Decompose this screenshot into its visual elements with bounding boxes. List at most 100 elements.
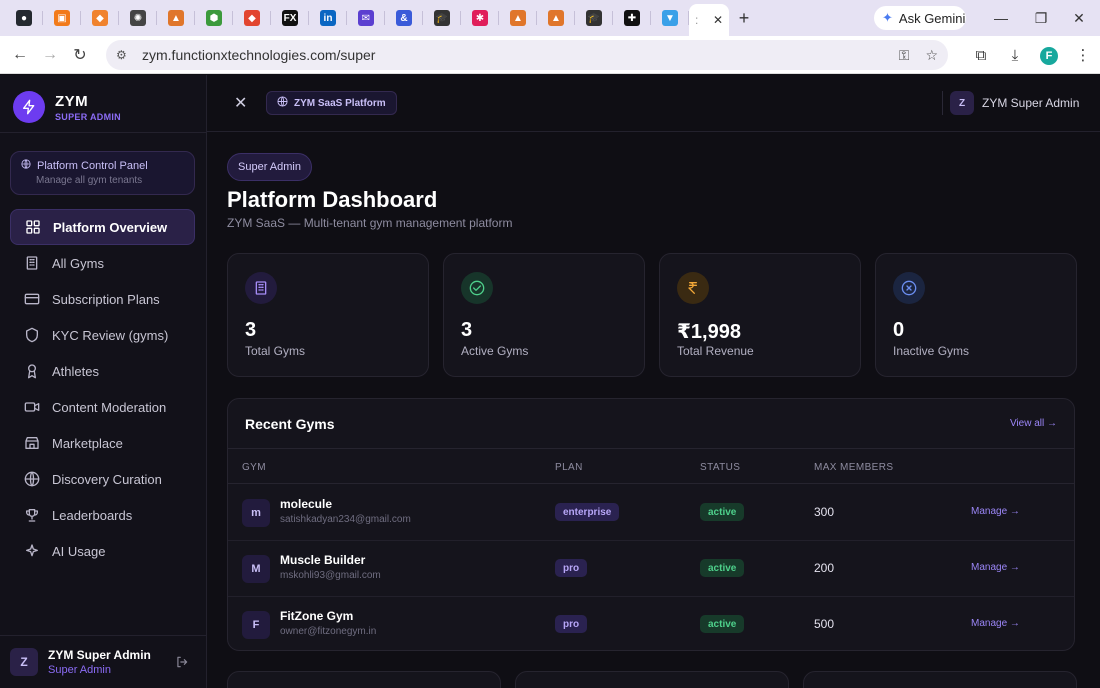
active-tab-favicon: :: [695, 13, 699, 27]
profile-button[interactable]: F: [1032, 46, 1066, 65]
logout-icon[interactable]: [175, 655, 189, 672]
column-header-status: STATUS: [700, 462, 741, 473]
window-close-button[interactable]: ✕: [1060, 0, 1098, 36]
plan-badge: pro: [555, 559, 588, 577]
sparkle-icon: [24, 543, 40, 559]
browser-tab[interactable]: ✱: [461, 0, 499, 36]
sidebar: ZYM SUPER ADMIN Platform Control Panel M…: [0, 75, 207, 688]
browser-tab[interactable]: ▲: [157, 0, 195, 36]
browser-tab[interactable]: ▲: [499, 0, 537, 36]
platform-pill[interactable]: ZYM SaaS Platform: [266, 91, 397, 115]
tab-close-icon[interactable]: ✕: [713, 13, 723, 27]
medal-icon: [24, 363, 40, 379]
user-name: ZYM Super Admin: [48, 648, 151, 662]
manage-link[interactable]: Manage →: [971, 506, 1020, 517]
browser-tab[interactable]: FX: [271, 0, 309, 36]
browser-tab[interactable]: in: [309, 0, 347, 36]
download-icon[interactable]: ⤓: [998, 47, 1032, 64]
browser-tab-bar: ● ▣ ◆ ✺ ▲ ⬢ ◆ FX in ✉ & 🎓 ✱ ▲ ▲ 🎓 ✚ ▼ : ✕ + ✦ Ask Gemini …: [0, 0, 1100, 36]
ampersand-icon: &: [396, 10, 412, 26]
browser-tab[interactable]: ✺: [119, 0, 157, 36]
stat-value: ₹1,998: [677, 321, 741, 343]
stats-row: 3 Total Gyms 3 Active Gyms ₹1,998 Total Reven…: [227, 253, 1077, 377]
forward-button[interactable]: →: [35, 40, 65, 70]
address-bar[interactable]: ⚙ zym.functionxtechnologies.com/super ⚿ …: [106, 40, 948, 70]
stat-value: 3: [245, 319, 257, 341]
sidebar-item-content-moderation[interactable]: Content Moderation: [10, 389, 195, 425]
sidebar-item-label: Discovery Curation: [52, 471, 162, 487]
sidebar-item-platform-overview[interactable]: Platform Overview: [10, 209, 195, 245]
close-icon[interactable]: ✕: [234, 93, 247, 113]
browser-tab[interactable]: ✉: [347, 0, 385, 36]
github-icon: ●: [16, 10, 32, 26]
gym-avatar: F: [242, 611, 270, 639]
graduation-icon: 🎓: [434, 10, 450, 26]
minimize-button[interactable]: —: [982, 0, 1020, 36]
bookmark-star-icon[interactable]: ☆: [925, 47, 938, 64]
ama-icon: ▲: [168, 10, 184, 26]
back-button[interactable]: ←: [5, 40, 35, 70]
site-info-icon[interactable]: ⚙: [116, 48, 134, 62]
restore-button[interactable]: ❐: [1022, 0, 1060, 36]
main-content: Super Admin Platform Dashboard ZYM SaaS …: [207, 132, 1100, 688]
globe-icon: [21, 159, 31, 172]
vercel-icon: ▼: [662, 10, 678, 26]
stat-label: Total Gyms: [245, 344, 306, 358]
sidebar-item-athletes[interactable]: Athletes: [10, 353, 195, 389]
browser-tab[interactable]: ▼: [651, 0, 689, 36]
bottom-card: [227, 671, 501, 688]
sidebar-item-label: Marketplace: [52, 435, 123, 451]
openai-icon: ✺: [130, 10, 146, 26]
stat-card: 3 Total Gyms: [227, 253, 429, 377]
avatar: Z: [10, 648, 38, 676]
ama-icon-3: ▲: [548, 10, 564, 26]
browser-tab[interactable]: ✚: [613, 0, 651, 36]
manage-link[interactable]: Manage →: [971, 618, 1020, 629]
fx-icon: FX: [282, 10, 298, 26]
sidebar-item-label: Subscription Plans: [52, 291, 160, 307]
sidebar-item-label: Content Moderation: [52, 399, 167, 415]
browser-tab[interactable]: ●: [5, 0, 43, 36]
sidebar-item-ai-usage[interactable]: AI Usage: [10, 533, 195, 569]
plan-badge: enterprise: [555, 503, 620, 521]
browser-tab[interactable]: ⬢: [195, 0, 233, 36]
tab-search-icon[interactable]: ⧉: [964, 47, 998, 64]
browser-menu-icon[interactable]: ⋮: [1066, 46, 1100, 64]
browser-tab[interactable]: ◆: [81, 0, 119, 36]
browser-tab[interactable]: ▣: [43, 0, 81, 36]
sidebar-item-discovery-curation[interactable]: Discovery Curation: [10, 461, 195, 497]
browser-tab[interactable]: 🎓: [575, 0, 613, 36]
sidebar-item-subscription-plans[interactable]: Subscription Plans: [10, 281, 195, 317]
browser-tab[interactable]: &: [385, 0, 423, 36]
gym-avatar: M: [242, 555, 270, 583]
brand[interactable]: ZYM SUPER ADMIN: [13, 91, 121, 123]
reload-button[interactable]: ↻: [65, 40, 95, 70]
sidebar-item-leaderboards[interactable]: Leaderboards: [10, 497, 195, 533]
browser-tab[interactable]: ◆: [233, 0, 271, 36]
app-root: ZYM SUPER ADMIN Platform Control Panel M…: [0, 75, 1100, 688]
globe-icon: [24, 471, 40, 487]
manage-link[interactable]: Manage →: [971, 562, 1020, 573]
sidebar-item-marketplace[interactable]: Marketplace: [10, 425, 195, 461]
sidebar-item-all-gyms[interactable]: All Gyms: [10, 245, 195, 281]
topbar-divider: [942, 91, 943, 115]
password-key-icon[interactable]: ⚿: [899, 47, 910, 64]
ask-gemini-button[interactable]: ✦ Ask Gemini: [874, 6, 966, 30]
stat-card: 3 Active Gyms: [443, 253, 645, 377]
sidebar-item-kyc-review-gyms[interactable]: KYC Review (gyms): [10, 317, 195, 353]
url-text[interactable]: zym.functionxtechnologies.com/super: [142, 47, 375, 63]
new-tab-button[interactable]: +: [729, 8, 759, 29]
active-tab[interactable]: : ✕: [689, 4, 729, 36]
top-user-menu[interactable]: Z ZYM Super Admin: [950, 91, 1079, 115]
status-badge: active: [700, 615, 745, 633]
top-bar: ✕ ZYM SaaS Platform Z ZYM Super Admin: [207, 75, 1100, 132]
bolt-logo-icon: [13, 91, 45, 123]
orange-app-icon: ▣: [54, 10, 70, 26]
view-all-link[interactable]: View all →: [1010, 418, 1057, 429]
platform-label: ZYM SaaS Platform: [294, 97, 386, 109]
browser-tab[interactable]: 🎓: [423, 0, 461, 36]
shield-icon: [24, 327, 40, 343]
browser-tab[interactable]: ▲: [537, 0, 575, 36]
status-badge: active: [700, 503, 745, 521]
slack-icon: ✱: [472, 10, 488, 26]
